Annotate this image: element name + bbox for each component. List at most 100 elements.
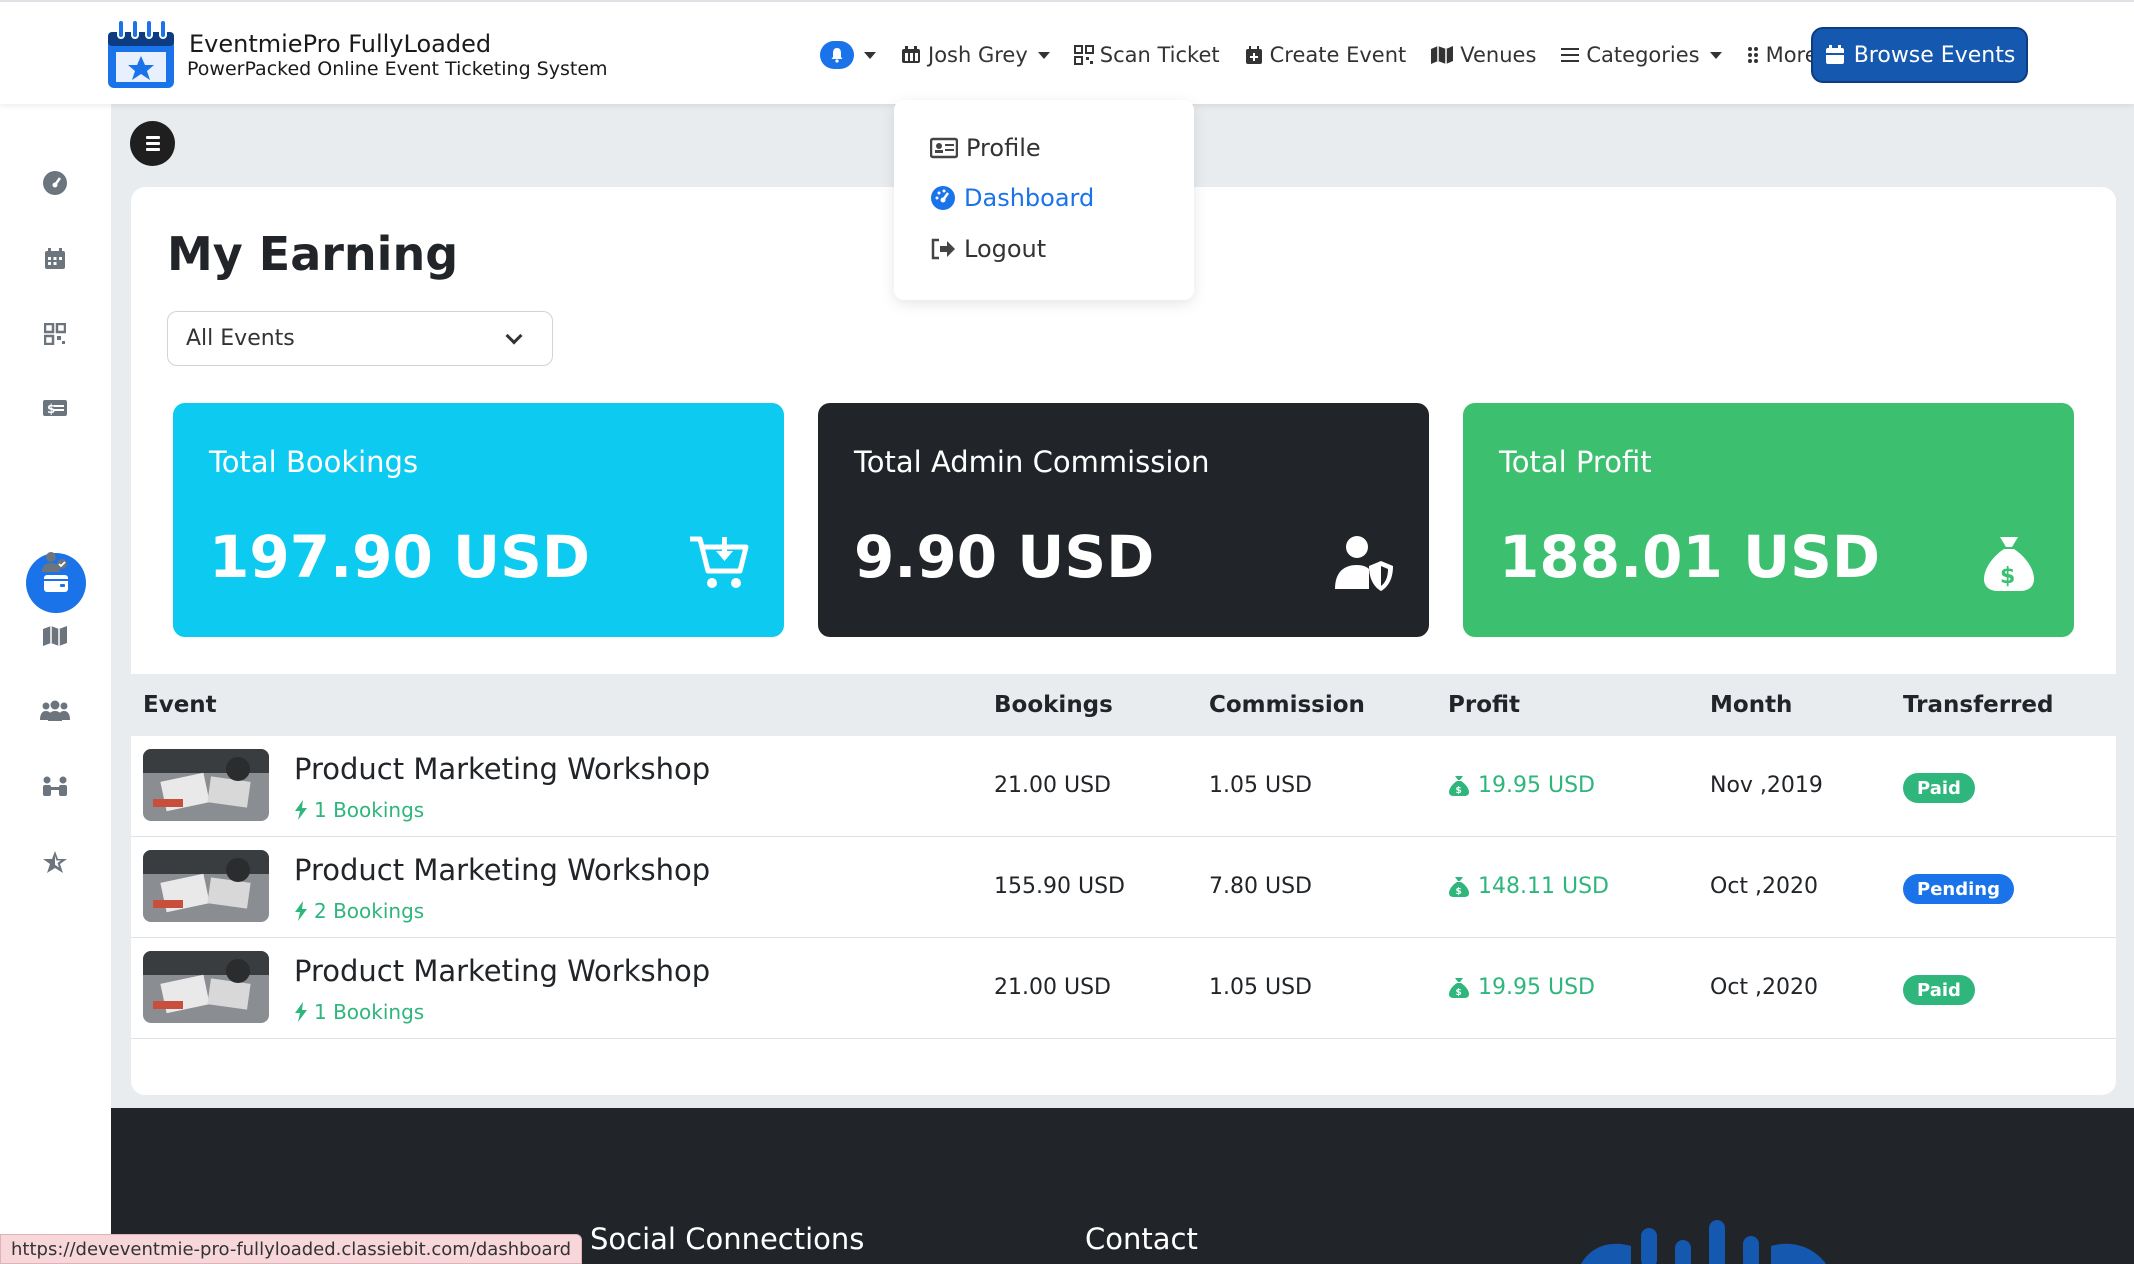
- event-name-link[interactable]: Product Marketing Workshop: [294, 954, 710, 988]
- status-badge: Paid: [1903, 975, 1975, 1005]
- qrcode-icon: [1073, 45, 1094, 65]
- page-title: My Earning: [167, 227, 459, 281]
- stat-admin-commission: Total Admin Commission 9.90 USD: [818, 403, 1429, 637]
- money-bag-icon: $: [1449, 977, 1469, 998]
- main-nav: Josh Grey Scan Ticket Create Event Venue…: [820, 28, 1864, 82]
- sidebar-users-icon[interactable]: [37, 544, 73, 580]
- user-name: Josh Grey: [928, 43, 1028, 67]
- cell-profit: $ 19.95 USD: [1448, 975, 1595, 1000]
- event-name-link[interactable]: Product Marketing Workshop: [294, 752, 710, 786]
- dropdown-dashboard-label: Dashboard: [964, 184, 1095, 212]
- column-header-profit[interactable]: Profit: [1448, 692, 1520, 718]
- cell-commission: 1.05 USD: [1209, 773, 1312, 798]
- bolt-icon: [295, 1002, 307, 1022]
- sidebar-people-group-icon[interactable]: [37, 693, 73, 729]
- column-header-event[interactable]: Event: [143, 692, 217, 718]
- sidebar-star-icon[interactable]: [37, 844, 73, 880]
- dropdown-item-profile[interactable]: Profile: [930, 134, 1041, 162]
- sidebar-toggle-button[interactable]: [130, 121, 175, 166]
- event-name-link[interactable]: Product Marketing Workshop: [294, 853, 710, 887]
- brand-subtitle: PowerPacked Online Event Ticketing Syste…: [187, 58, 608, 80]
- nav-scan-ticket[interactable]: Scan Ticket: [1073, 43, 1220, 67]
- nav-scan-label: Scan Ticket: [1099, 43, 1220, 67]
- money-bag-icon: $: [1449, 876, 1469, 897]
- bolt-icon: [295, 901, 307, 921]
- dropdown-item-logout[interactable]: Logout: [930, 235, 1046, 263]
- sidebar-handshake-icon[interactable]: [37, 768, 73, 804]
- column-header-transferred[interactable]: Transferred: [1903, 692, 2053, 718]
- cell-bookings: 21.00 USD: [994, 773, 1111, 798]
- bookings-count-text: 1 Bookings: [314, 1000, 425, 1024]
- bolt-icon: [295, 800, 307, 820]
- chevron-down-icon: [1037, 51, 1050, 59]
- brand-logo[interactable]: [106, 16, 176, 90]
- money-bag-icon: $: [1449, 775, 1469, 796]
- earnings-table-header: Event Bookings Commission Profit Month T…: [131, 674, 2116, 736]
- event-thumbnail[interactable]: [143, 850, 269, 922]
- sign-out-icon: [931, 238, 955, 260]
- profit-value: 148.11 USD: [1478, 874, 1609, 899]
- browse-events-button[interactable]: Browse Events: [1811, 27, 2028, 83]
- cell-bookings: 21.00 USD: [994, 975, 1111, 1000]
- nav-more-label: More: [1765, 43, 1818, 67]
- id-card-icon: [930, 137, 958, 159]
- footer-logo-graphic: [1581, 1220, 1826, 1264]
- cell-month: Nov ,2019: [1710, 773, 1823, 798]
- nav-categories-label: Categories: [1586, 43, 1700, 67]
- status-badge: Paid: [1903, 773, 1975, 803]
- cell-bookings: 155.90 USD: [994, 874, 1125, 899]
- table-row: Product Marketing Workshop 1 Bookings 21…: [131, 736, 2116, 837]
- status-badge: Pending: [1903, 874, 2014, 904]
- stat-value: 197.90 USD: [209, 523, 591, 591]
- nav-create-label: Create Event: [1269, 43, 1407, 67]
- sidebar-map-icon[interactable]: [37, 618, 73, 654]
- nav-categories[interactable]: Categories: [1560, 43, 1722, 67]
- stat-value: 9.90 USD: [854, 523, 1155, 591]
- column-header-commission[interactable]: Commission: [1209, 692, 1365, 718]
- top-navbar: EventmiePro FullyLoaded PowerPacked Onli…: [0, 0, 2134, 104]
- menu-bar: [145, 148, 160, 151]
- stat-label: Total Profit: [1499, 445, 1652, 479]
- nav-venues[interactable]: Venues: [1430, 43, 1536, 67]
- profit-value: 19.95 USD: [1478, 975, 1595, 1000]
- grip-icon: [1747, 47, 1758, 63]
- table-row: Product Marketing Workshop 2 Bookings 15…: [131, 837, 2116, 938]
- sidebar-money-bill-icon[interactable]: $: [37, 390, 73, 426]
- cell-commission: 1.05 USD: [1209, 975, 1312, 1000]
- stat-value: 188.01 USD: [1499, 523, 1881, 591]
- event-thumbnail[interactable]: [143, 951, 269, 1023]
- dropdown-item-dashboard[interactable]: Dashboard: [930, 184, 1094, 212]
- earnings-card: My Earning All Events Total Bookings 197…: [131, 187, 2116, 1095]
- event-filter-select[interactable]: All Events: [167, 311, 553, 366]
- user-id-icon: [902, 46, 920, 63]
- footer-heading-social: Social Connections: [590, 1222, 865, 1256]
- column-header-bookings[interactable]: Bookings: [994, 692, 1113, 718]
- calendar-icon: [1825, 45, 1844, 64]
- list-icon: [1561, 48, 1580, 62]
- browse-events-label: Browse Events: [1853, 42, 2016, 68]
- bell-icon: [820, 41, 854, 69]
- bookings-count-text: 2 Bookings: [314, 899, 425, 923]
- stat-label: Total Admin Commission: [854, 445, 1210, 479]
- user-menu[interactable]: Josh Grey: [900, 43, 1050, 67]
- cell-month: Oct ,2020: [1710, 975, 1819, 1000]
- svg-text:$: $: [1456, 887, 1462, 897]
- admin-shield-icon: [1333, 533, 1395, 593]
- column-header-month[interactable]: Month: [1710, 692, 1792, 718]
- calendar-plus-icon: [1245, 46, 1262, 64]
- brand-title[interactable]: EventmiePro FullyLoaded: [189, 30, 491, 58]
- event-bookings-count: 2 Bookings: [294, 899, 424, 923]
- stat-total-bookings: Total Bookings 197.90 USD: [173, 403, 784, 637]
- event-thumbnail[interactable]: [143, 749, 269, 821]
- nav-create-event[interactable]: Create Event: [1244, 43, 1407, 67]
- sidebar-dashboard-icon[interactable]: [37, 165, 73, 201]
- stat-label: Total Bookings: [209, 445, 419, 479]
- notifications-menu[interactable]: [820, 41, 876, 69]
- sidebar-qrcode-icon[interactable]: [37, 316, 73, 352]
- table-row: Product Marketing Workshop 1 Bookings 21…: [131, 938, 2116, 1039]
- event-bookings-count: 1 Bookings: [294, 798, 424, 822]
- sidebar-calendar-icon[interactable]: [37, 241, 73, 277]
- cell-commission: 7.80 USD: [1209, 874, 1312, 899]
- event-bookings-count: 1 Bookings: [294, 1000, 424, 1024]
- chevron-down-icon: [864, 51, 876, 59]
